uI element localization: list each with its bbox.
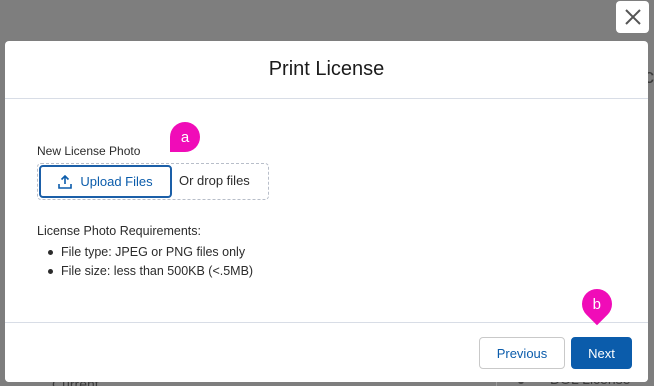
upload-icon (58, 174, 73, 189)
requirement-text: File size: less than 500KB (<.5MB) (61, 264, 254, 278)
bullet (48, 269, 53, 274)
print-license-modal: Print License New License Photo Upload F… (5, 41, 648, 382)
bullet (48, 250, 53, 255)
list-item: File type: JPEG or PNG files only (37, 243, 253, 262)
previous-button[interactable]: Previous (479, 337, 565, 369)
upload-files-label: Upload Files (80, 174, 153, 189)
annotation-label-b: b (592, 295, 602, 313)
annotation-label-a: a (180, 128, 190, 146)
requirements-list: File type: JPEG or PNG files only File s… (37, 243, 253, 281)
close-icon (624, 9, 641, 25)
modal-title: Print License (268, 58, 385, 80)
drop-files-text: Or drop files (179, 173, 250, 188)
license-photo-label: New License Photo (37, 144, 141, 158)
upload-files-button[interactable]: Upload Files (39, 165, 172, 198)
close-button[interactable] (616, 1, 649, 33)
requirements-title: License Photo Requirements: (37, 224, 201, 238)
annotation-marker-a: a (170, 122, 200, 152)
next-button[interactable]: Next (571, 337, 632, 369)
modal-body: New License Photo Upload Files Or drop f… (5, 99, 648, 323)
modal-footer: Previous Next (5, 322, 648, 382)
file-dropzone[interactable]: Upload Files Or drop files (37, 163, 269, 200)
list-item: File size: less than 500KB (<.5MB) (37, 262, 253, 281)
requirement-text: File type: JPEG or PNG files only (61, 245, 246, 259)
modal-header: Print License (5, 41, 648, 99)
